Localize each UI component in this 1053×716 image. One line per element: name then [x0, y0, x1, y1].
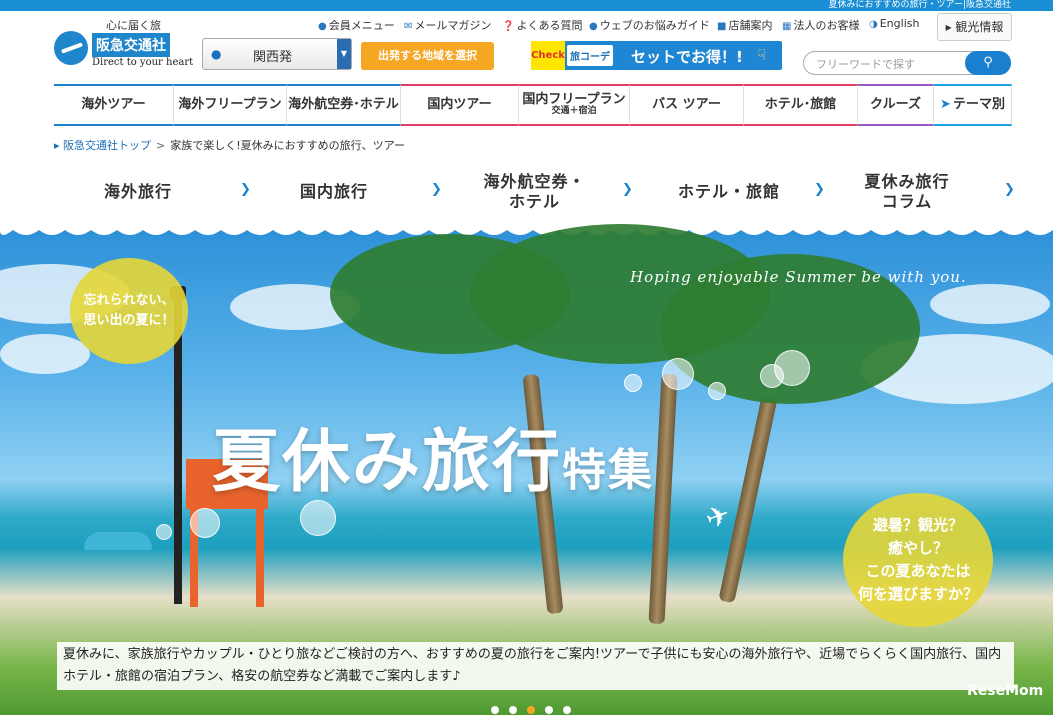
- store-icon: ■: [717, 21, 727, 32]
- nav-bus-tour[interactable]: バス ツアー: [630, 84, 744, 126]
- location-pin-icon: ●: [211, 47, 222, 61]
- bubble: [774, 350, 810, 386]
- banner-check-label: Check: [531, 41, 565, 70]
- category-nav: 海外旅行 ❯ 国内旅行 ❯ 海外航空券・ ホテル ❯ ホテル・旅館 ❯ 夏休み旅…: [54, 168, 1015, 216]
- util-link-faq[interactable]: ❓ よくある質問: [502, 17, 582, 33]
- carousel-dot[interactable]: [491, 706, 499, 714]
- breadcrumb-home[interactable]: 阪急交通社トップ: [63, 139, 151, 152]
- cloud: [0, 334, 90, 374]
- util-link-web-guide[interactable]: ● ウェブのお悩みガイド: [589, 17, 710, 33]
- logo-name: 阪急交通社: [92, 33, 170, 57]
- bubble: [624, 374, 642, 392]
- category-overseas-travel[interactable]: 海外旅行: [54, 168, 222, 216]
- bubble: [662, 358, 694, 390]
- bubble: [300, 500, 336, 536]
- category-hotel-ryokan[interactable]: ホテル・旅館: [639, 168, 819, 216]
- balloon-left: 忘れられない、 思い出の夏に！: [70, 258, 188, 364]
- nav-domestic-free-plan[interactable]: 国内フリープラン 交通＋宿泊: [519, 84, 630, 126]
- chevron-right-icon: ❯: [431, 182, 442, 197]
- search-box[interactable]: フリーワードで探す ⚲: [803, 51, 1011, 75]
- chevron-right-icon: ❯: [622, 182, 633, 197]
- category-summer-column[interactable]: 夏休み旅行 コラム: [824, 168, 990, 216]
- carousel-dot[interactable]: [545, 706, 553, 714]
- balloon-right: 避暑？観光？ 癒やし？ この夏あなたは 何を選びますか？: [843, 493, 993, 627]
- palm-trunk: [718, 394, 778, 604]
- nav-cruise[interactable]: クルーズ: [858, 84, 934, 126]
- tabi-code-banner[interactable]: Check 旅コーデ セットでお得！! ☟: [531, 41, 782, 70]
- util-link-english[interactable]: ◑ English: [869, 17, 919, 30]
- region-select[interactable]: ● 関西発 ▼: [202, 38, 352, 70]
- chevron-down-icon: ➤: [940, 96, 951, 112]
- cloud: [930, 284, 1050, 324]
- logo-tagline: 心に届く旅: [106, 19, 161, 32]
- carousel-dot[interactable]: [509, 706, 517, 714]
- plane-logo-icon: [54, 31, 88, 65]
- nav-overseas-free-plan[interactable]: 海外フリープラン: [174, 84, 287, 126]
- globe-icon: ◑: [869, 19, 878, 30]
- breadcrumb-arrow-icon: ▸: [54, 139, 64, 152]
- util-link-corporate[interactable]: ▦ 法人のお客様: [782, 17, 859, 33]
- logo-english: Direct to your heart: [92, 57, 194, 68]
- category-air-hotel[interactable]: 海外航空券・ ホテル: [442, 168, 627, 216]
- beach-umbrella: [84, 532, 152, 550]
- dropdown-arrow-icon: ▼: [337, 39, 351, 69]
- select-region-button[interactable]: 出発する地域を選択: [361, 42, 494, 70]
- nav-domestic-tour[interactable]: 国内ツアー: [401, 84, 519, 126]
- page-title-strip: 夏休みにおすすめの旅行・ツアー|阪急交通社: [828, 0, 1012, 10]
- global-nav: 海外ツアー 海外フリープラン 海外航空券･ホテル 国内ツアー 国内フリープラン交…: [54, 84, 1012, 126]
- carousel-dot-active[interactable]: [527, 706, 535, 714]
- banner-brand: 旅コーデ: [567, 45, 613, 66]
- region-value: 関西発: [253, 50, 293, 65]
- chevron-right-icon: ❯: [1004, 182, 1015, 197]
- breadcrumb-current: 家族で楽しく!夏休みにおすすめの旅行、ツアー: [170, 139, 405, 152]
- category-domestic-travel[interactable]: 国内旅行: [250, 168, 418, 216]
- question-icon: ❓: [502, 21, 515, 32]
- hero-description: 夏休みに、家族旅行やカップル・ひとり旅などご検討の方へ、おすすめの夏の旅行をご案…: [57, 642, 1014, 690]
- bubble: [708, 382, 726, 400]
- banner-text: セットでお得！!: [631, 48, 743, 66]
- bubble: [156, 524, 172, 540]
- search-icon[interactable]: ⚲: [965, 51, 1011, 75]
- mail-icon: ✉: [404, 21, 413, 32]
- site-logo[interactable]: 心に届く旅 阪急交通社 Direct to your heart: [54, 17, 194, 71]
- hero-title: 夏休み旅行特集: [212, 423, 655, 502]
- nav-overseas-air-hotel[interactable]: 海外航空券･ホテル: [287, 84, 401, 126]
- pointing-hand-icon: ☟: [757, 46, 767, 64]
- util-link-stores[interactable]: ■ 店舗案内: [717, 17, 772, 33]
- hero-tagline: Hoping enjoyable Summer be with you.: [630, 268, 967, 286]
- search-placeholder: フリーワードで探す: [816, 58, 915, 71]
- building-icon: ▦: [782, 21, 792, 32]
- breadcrumb: ▸ 阪急交通社トップ > 家族で楽しく!夏休みにおすすめの旅行、ツアー: [54, 137, 405, 153]
- util-link-mailmag[interactable]: ✉ メールマガジン: [404, 17, 491, 33]
- watermark: ReseMom: [967, 683, 1044, 699]
- drop-icon: ●: [589, 21, 598, 32]
- top-info-bar: 夏休みにおすすめの旅行・ツアー|阪急交通社: [0, 0, 1053, 11]
- wave-divider: [0, 224, 1053, 235]
- nav-hotel-ryokan[interactable]: ホテル･旅館: [744, 84, 858, 126]
- util-link-member[interactable]: ● 会員メニュー: [318, 17, 395, 33]
- nav-theme[interactable]: ➤ テーマ別: [934, 84, 1012, 126]
- sightseeing-info-button[interactable]: ▸ 観光情報: [937, 13, 1012, 41]
- nav-overseas-tour[interactable]: 海外ツアー: [54, 84, 174, 126]
- person-icon: ●: [318, 21, 327, 32]
- bubble: [190, 508, 220, 538]
- utility-links: ● 会員メニュー ✉ メールマガジン ❓ よくある質問 ● ウェブのお悩みガイド ■ 店舗…: [318, 17, 933, 35]
- breadcrumb-separator: >: [156, 139, 166, 152]
- carousel-dot[interactable]: [563, 706, 571, 714]
